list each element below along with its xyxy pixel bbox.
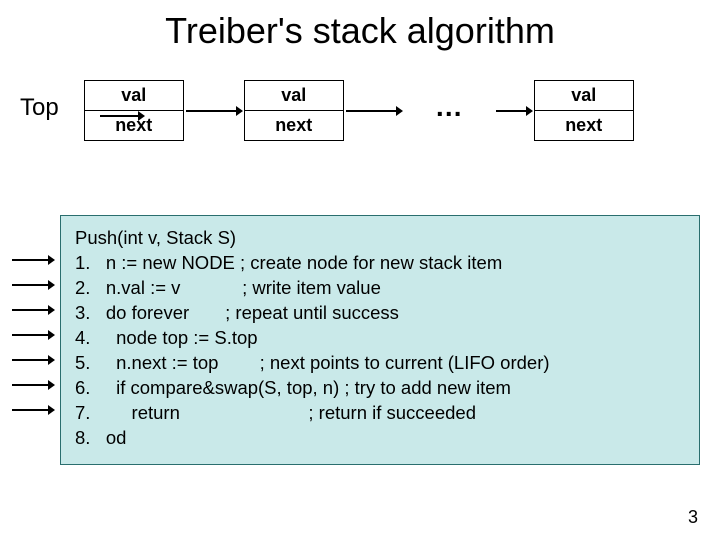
code-line-5: 5. n.next := top ; next points to curren… [75,351,685,376]
slide-title: Treiber's stack algorithm [0,0,720,52]
code-line-8: 8. od [75,426,685,451]
code-line-6: 6. if compare&swap(S, top, n) ; try to a… [75,376,685,401]
code-line-7: 7. return ; return if succeeded [75,401,685,426]
code-line-2: 2. n.val := v ; write item value [75,276,685,301]
thread-arrows [10,252,55,437]
code-line-4: 4. node top := S.top [75,326,685,351]
code-box: Push(int v, Stack S) 1. n := new NODE ; … [60,215,700,465]
ellipsis: … [404,91,494,131]
page-number: 3 [688,507,698,528]
arrow-ellipsis-to-node3 [494,103,534,119]
arrow-node1-to-node2 [184,103,244,119]
thread-arrow-icon [12,255,55,415]
top-label: Top [20,94,59,128]
node2-val: val [245,81,343,110]
stack-diagram: Top val next val next … val next [20,80,700,141]
node3-val: val [535,81,633,110]
node1-val: val [85,81,183,110]
stack-node-2: val next [244,80,344,141]
arrow-top-to-node1 [100,108,145,124]
arrow-node2-to-ellipsis [344,103,404,119]
stack-node-3: val next [534,80,634,141]
node2-next: next [245,110,343,140]
node3-next: next [535,110,633,140]
code-line-3: 3. do forever ; repeat until success [75,301,685,326]
code-header: Push(int v, Stack S) [75,226,685,251]
code-line-1: 1. n := new NODE ; create node for new s… [75,251,685,276]
